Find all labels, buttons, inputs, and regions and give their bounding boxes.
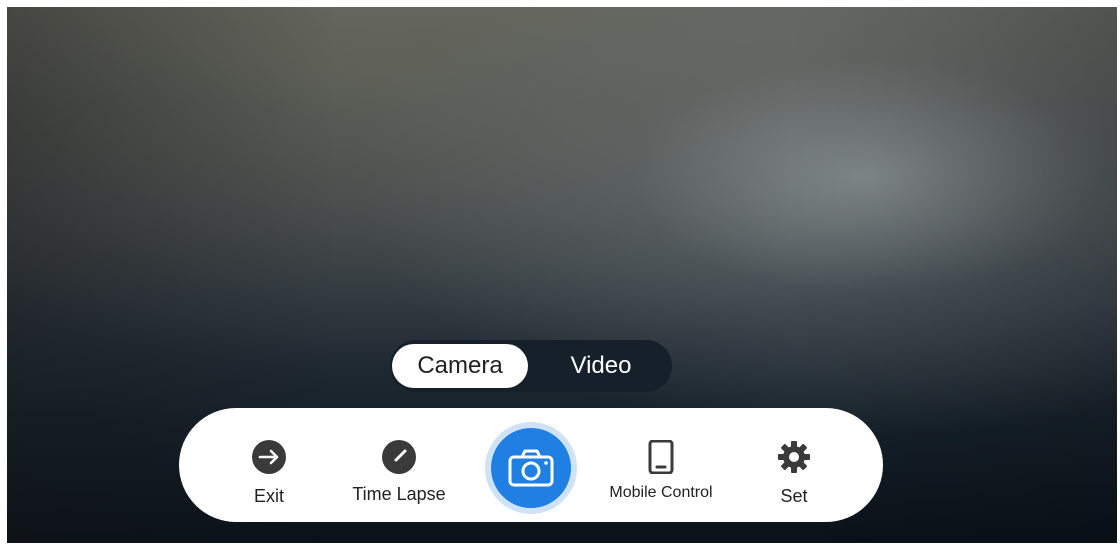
time-lapse-button[interactable]: Time Lapse	[339, 408, 459, 522]
mode-switch: Camera Video	[390, 340, 672, 392]
set-label: Set	[780, 486, 808, 506]
mode-camera-button[interactable]: Camera	[392, 344, 528, 388]
exit-button[interactable]: Exit	[229, 408, 309, 522]
camera-toolbar: Exit Time Lapse Mobile Control Set	[179, 408, 883, 522]
shutter-button[interactable]	[485, 422, 577, 514]
camera-icon	[508, 449, 554, 487]
tablet-icon	[648, 440, 674, 474]
exit-label: Exit	[253, 486, 284, 506]
settings-button[interactable]: Set	[753, 408, 835, 522]
mode-video-button[interactable]: Video	[538, 344, 664, 388]
mobile-control-button[interactable]: Mobile Control	[591, 408, 731, 522]
shutter-inner	[491, 428, 571, 508]
timer-icon	[382, 440, 416, 474]
arrow-right-circle-icon	[252, 440, 286, 474]
time-lapse-label: Time Lapse	[352, 484, 446, 504]
gear-icon	[778, 441, 810, 473]
mobile-control-label: Mobile Control	[609, 484, 713, 501]
